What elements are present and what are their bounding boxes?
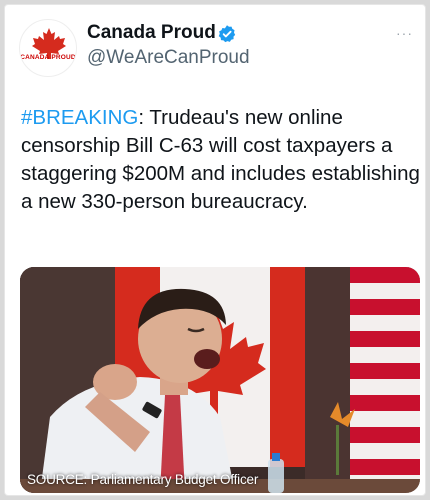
maple-leaf-icon [31,28,67,68]
photo-image [20,267,420,493]
tweet-photo[interactable]: SOURCE: Parliamentary Budget Officer [20,267,420,493]
handle[interactable]: @WeAreCanProud [87,47,250,69]
display-name[interactable]: Canada Proud [87,22,216,44]
avatar[interactable]: CANADA PROUD [19,19,77,77]
avatar-text: CANADA PROUD [20,54,76,61]
tweet-card: CANADA PROUD Canada Proud @WeAreCanProud… [4,4,426,496]
more-options-icon[interactable]: ··· [396,25,413,41]
verified-badge-icon [218,25,236,43]
hashtag-link[interactable]: #BREAKING [21,106,138,129]
photo-caption: SOURCE: Parliamentary Budget Officer [27,472,259,487]
tweet-text: #BREAKING: Trudeau's new online censorsh… [21,104,421,216]
